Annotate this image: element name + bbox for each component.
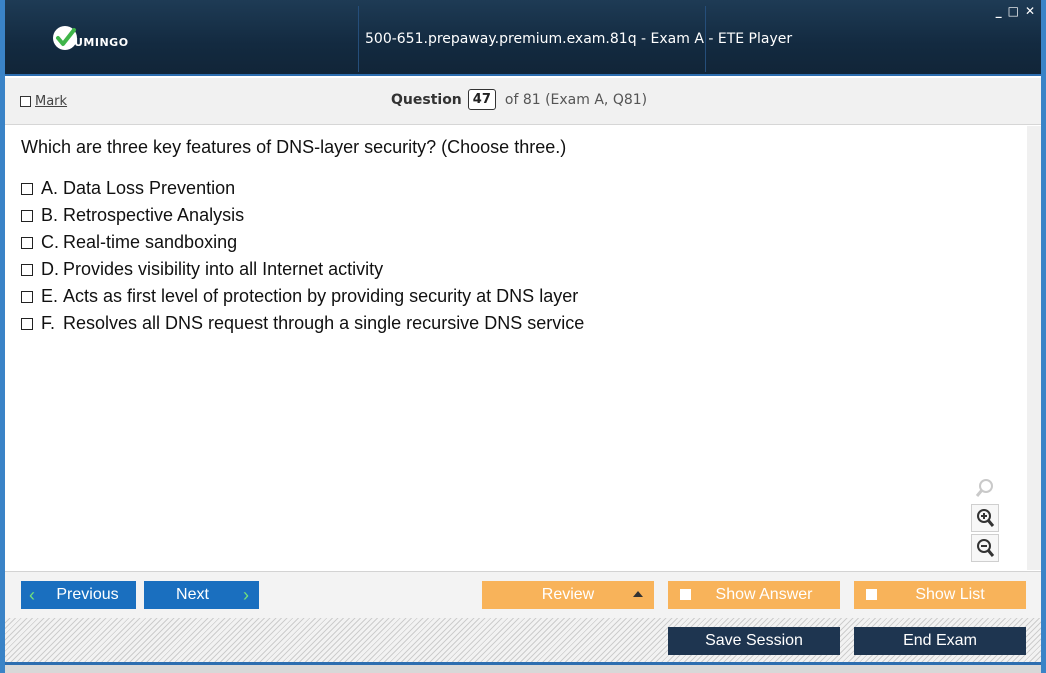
review-label: Review [541, 586, 595, 603]
answer-checkbox[interactable] [21, 182, 33, 195]
answer-option-f[interactable]: F. Resolves all DNS request through a si… [21, 310, 584, 337]
answer-text: Provides visibility into all Internet ac… [63, 259, 384, 279]
question-scrollbar[interactable] [1027, 126, 1041, 570]
question-text: Which are three key features of DNS-laye… [21, 137, 567, 157]
title-separator [358, 6, 359, 72]
zoom-out-icon[interactable] [971, 534, 999, 562]
answer-checkbox[interactable] [21, 236, 33, 249]
answer-option-e[interactable]: E. Acts as first level of protection by … [21, 283, 584, 310]
next-button[interactable]: Next › [144, 581, 259, 609]
chevron-left-icon: ‹ [29, 585, 35, 605]
answer-letter: F. [41, 313, 56, 333]
question-body: Which are three key features of DNS-laye… [5, 126, 1027, 570]
save-session-button[interactable]: Save Session [668, 627, 840, 655]
answer-letter: E. [41, 286, 59, 306]
question-of-text: of 81 (Exam A, Q81) [504, 91, 648, 108]
zoom-controls [971, 474, 1001, 564]
title-bar: UMINGO 500-651.prepaway.premium.exam.81q… [5, 0, 1041, 76]
answer-letter: D. [41, 259, 59, 279]
show-list-checkbox[interactable] [866, 589, 877, 600]
answer-text: Retrospective Analysis [63, 205, 245, 225]
zoom-in-icon[interactable] [971, 504, 999, 532]
caret-up-icon[interactable] [633, 591, 643, 597]
question-label: Question [391, 91, 462, 108]
navigation-bar: ‹ Previous Next › Review Show Answer Sho… [5, 571, 1041, 618]
answer-text: Real-time sandboxing [63, 232, 238, 252]
previous-label: Previous [56, 586, 119, 603]
answer-checkbox[interactable] [21, 263, 33, 276]
show-list-button[interactable]: Show List [854, 581, 1026, 609]
minimize-icon[interactable]: _ [996, 4, 1002, 18]
answer-letter: A. [41, 178, 59, 198]
review-button[interactable]: Review [482, 581, 654, 609]
answer-checkbox[interactable] [21, 290, 33, 303]
maximize-icon[interactable]: □ [1008, 4, 1019, 18]
show-list-label: Show List [915, 586, 985, 603]
question-number-input[interactable]: 47 [467, 89, 496, 110]
mark-checkbox-box[interactable] [20, 96, 31, 107]
question-header: Mark Question 47 of 81 (Exam A, Q81) [5, 78, 1041, 125]
close-icon[interactable]: ✕ [1025, 4, 1035, 18]
app-logo: UMINGO [50, 24, 150, 54]
chevron-right-icon: › [243, 585, 249, 605]
window-title: 500-651.prepaway.premium.exam.81q - Exam… [365, 31, 793, 47]
zoom-reset-icon[interactable] [971, 474, 999, 502]
bottom-strip [5, 665, 1041, 673]
answer-text: Resolves all DNS request through a singl… [63, 313, 585, 333]
answer-text: Acts as first level of protection by pro… [63, 286, 579, 306]
question-counter: Question 47 of 81 (Exam A, Q81) [391, 89, 647, 110]
answer-text: Data Loss Prevention [63, 178, 236, 198]
answer-option-b[interactable]: B. Retrospective Analysis [21, 202, 584, 229]
next-label: Next [176, 586, 209, 603]
mark-label[interactable]: Mark [35, 94, 67, 109]
answer-letter: C. [41, 232, 59, 252]
show-answer-label: Show Answer [715, 586, 813, 603]
previous-button[interactable]: ‹ Previous [21, 581, 136, 609]
app-window: UMINGO 500-651.prepaway.premium.exam.81q… [0, 0, 1046, 673]
answer-checkbox[interactable] [21, 209, 33, 222]
answer-checkbox[interactable] [21, 317, 33, 330]
answer-letter: B. [41, 205, 59, 225]
window-controls: _ □ ✕ [996, 4, 1035, 18]
show-answer-button[interactable]: Show Answer [668, 581, 840, 609]
show-answer-checkbox[interactable] [680, 589, 691, 600]
logo-text: UMINGO [74, 36, 129, 49]
answer-list: A. Data Loss Prevention B. Retrospective… [21, 175, 584, 337]
answer-option-d[interactable]: D. Provides visibility into all Internet… [21, 256, 584, 283]
answer-option-a[interactable]: A. Data Loss Prevention [21, 175, 584, 202]
end-exam-label: End Exam [903, 632, 977, 649]
end-exam-button[interactable]: End Exam [854, 627, 1026, 655]
answer-option-c[interactable]: C. Real-time sandboxing [21, 229, 584, 256]
mark-checkbox[interactable]: Mark [20, 94, 67, 109]
save-session-label: Save Session [705, 632, 803, 649]
bottom-bar: Save Session End Exam [5, 618, 1041, 665]
